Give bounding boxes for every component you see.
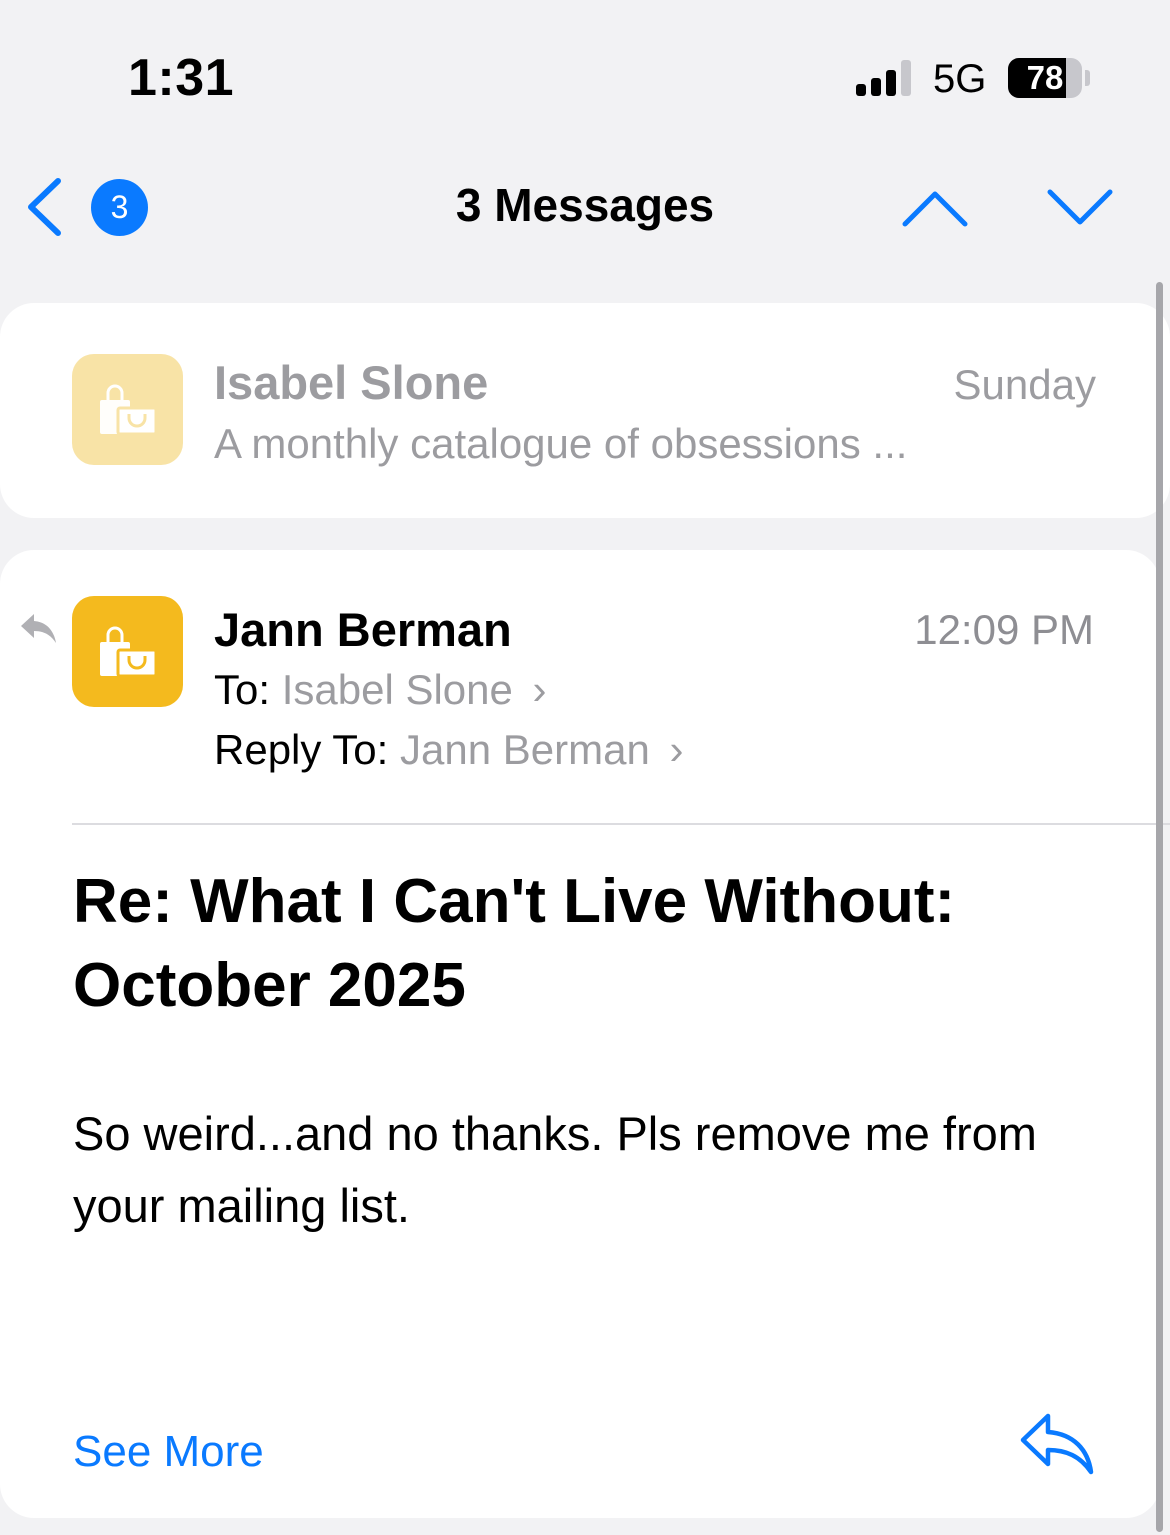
to-recipient-row[interactable]: To: Isabel Slone › [214,666,547,714]
message-date: Sunday [953,361,1096,408]
collapsed-message-card[interactable]: Isabel Slone Sunday A monthly catalogue … [0,303,1170,518]
reply-to-name[interactable]: Jann Berman [400,726,650,773]
battery-nub [1085,70,1090,86]
header-divider [72,823,1170,825]
message-preview: A monthly catalogue of obsessions ... [214,420,908,467]
scrollbar[interactable] [1156,282,1163,1532]
status-time: 1:31 [128,49,235,107]
message-body: So weird...and no thanks. Pls remove me … [73,1107,1037,1232]
reply-to-row[interactable]: Reply To: Jann Berman › [214,726,683,774]
sender-avatar [72,596,183,707]
reply-button-icon[interactable] [1018,1410,1096,1476]
chevron-right-icon: › [669,726,684,773]
to-recipient-name[interactable]: Isabel Slone [282,666,513,713]
sender-avatar [72,354,183,465]
shopping-bags-icon [100,384,158,436]
reply-arrow-icon [21,614,56,643]
message-subject: Re: What I Can't Live Without: October 2… [73,867,956,1020]
shopping-bags-icon [100,626,158,678]
previous-message-chevron-up-icon[interactable] [900,184,970,230]
page-title: 3 Messages [455,179,715,231]
battery-icon: 78 [1008,58,1082,98]
expanded-message-card: Jann Berman 12:09 PM To: Isabel Slone › … [0,550,1170,1518]
cellular-signal-icon [856,60,914,96]
see-more-link[interactable]: See More [73,1427,264,1477]
to-label: To: [214,666,271,713]
sender-name: Jann Berman [214,603,512,656]
network-type: 5G [933,57,987,101]
battery-level: 78 [1026,59,1064,96]
sender-name: Isabel Slone [214,356,489,409]
reply-to-label: Reply To: [214,726,389,773]
chevron-right-icon: › [532,666,547,713]
next-message-chevron-down-icon[interactable] [1045,184,1115,230]
status-bar: 1:31 5G 78 [0,0,1170,150]
message-time: 12:09 PM [914,606,1094,653]
